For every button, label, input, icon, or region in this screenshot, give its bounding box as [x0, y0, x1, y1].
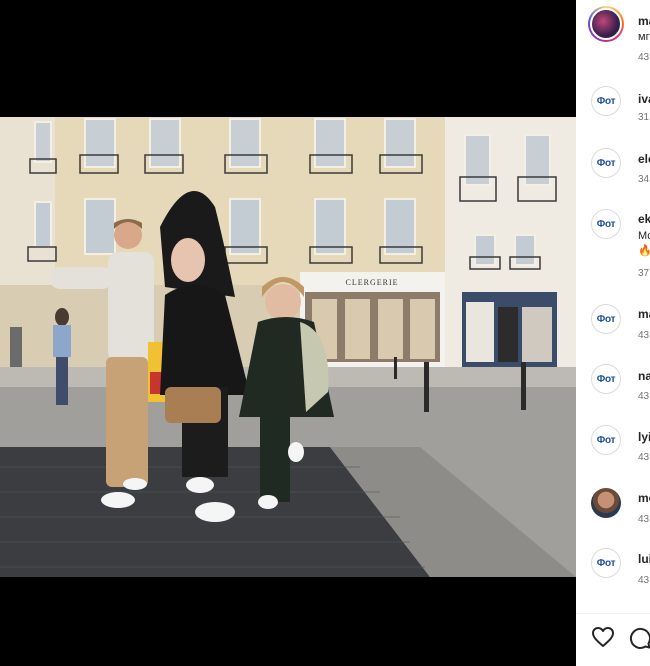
- author-caption-time[interactable]: 43: [638, 52, 649, 63]
- post-author[interactable]: ma мг 43: [576, 6, 650, 66]
- street-scene-illustration: CLERGERIE: [0, 117, 576, 577]
- comment-item: Фот ek Мс 🔥 37: [576, 209, 650, 279]
- comment-username[interactable]: lui: [638, 552, 650, 566]
- fire-emoji: 🔥: [638, 245, 650, 257]
- avatar-placeholder-label: Фот: [596, 373, 616, 385]
- comment-time[interactable]: 43: [638, 514, 649, 525]
- comment-item: Фот ele 34: [576, 148, 650, 208]
- comment-avatar[interactable]: Фот: [591, 548, 621, 578]
- comment-time[interactable]: 43: [638, 575, 649, 586]
- comment-item: Фот na 43: [576, 364, 650, 424]
- comment-avatar[interactable]: Фот: [591, 304, 621, 334]
- avatar-placeholder-label: Фот: [596, 157, 616, 169]
- avatar-placeholder-label: Фот: [596, 95, 616, 107]
- avatar-placeholder-label: Фот: [596, 557, 616, 569]
- comment-item: Фот ma 43: [576, 304, 650, 364]
- comment-time[interactable]: 37: [638, 268, 649, 279]
- comment-item: Фот iva 31: [576, 86, 650, 146]
- comment-username[interactable]: iva: [638, 92, 650, 106]
- action-bar-divider: [576, 613, 650, 614]
- author-username[interactable]: ma: [638, 14, 650, 28]
- avatar-placeholder-label: Фот: [596, 218, 616, 230]
- comment-button[interactable]: [628, 626, 650, 655]
- comment-avatar[interactable]: Фот: [591, 364, 621, 394]
- comment-username[interactable]: na: [638, 369, 650, 383]
- avatar-placeholder-label: Фот: [596, 313, 616, 325]
- comment-bubble-icon: [629, 627, 650, 649]
- comment-item: Фот lyi 43: [576, 425, 650, 485]
- post-video[interactable]: CLERGERIE: [0, 117, 576, 577]
- comment-time[interactable]: 31: [638, 112, 649, 123]
- avatar-placeholder-label: Фот: [596, 434, 616, 446]
- comment-time[interactable]: 43: [638, 391, 649, 402]
- comment-username[interactable]: ele: [638, 152, 650, 166]
- comment-username[interactable]: ma: [638, 307, 650, 321]
- comment-avatar[interactable]: Фот: [591, 86, 621, 116]
- comments-panel: ma мг 43 Фот iva 31 Фот ele 34 Фот ek Мс…: [576, 0, 650, 666]
- author-caption: мг: [638, 31, 650, 43]
- author-avatar[interactable]: [588, 6, 624, 42]
- comment-time[interactable]: 43: [638, 452, 649, 463]
- comment-avatar[interactable]: Фот: [591, 425, 621, 455]
- comment-avatar[interactable]: Фот: [591, 148, 621, 178]
- comment-time[interactable]: 34: [638, 174, 649, 185]
- comment-avatar[interactable]: Фот: [591, 209, 621, 239]
- comment-username[interactable]: ek: [638, 212, 650, 226]
- comment-username[interactable]: mc: [638, 491, 650, 505]
- heart-icon: [592, 627, 614, 647]
- comment-avatar[interactable]: [591, 488, 621, 518]
- comment-username[interactable]: lyi: [638, 430, 650, 444]
- like-button[interactable]: [591, 626, 615, 653]
- post-media-viewer: CLERGERIE: [0, 0, 576, 666]
- storefront-sign: CLERGERIE: [346, 278, 399, 287]
- comment-item: Фот lui 43: [576, 548, 650, 608]
- comment-item: mc 43: [576, 488, 650, 548]
- comment-time[interactable]: 43: [638, 330, 649, 341]
- comment-text: Мс: [638, 230, 650, 242]
